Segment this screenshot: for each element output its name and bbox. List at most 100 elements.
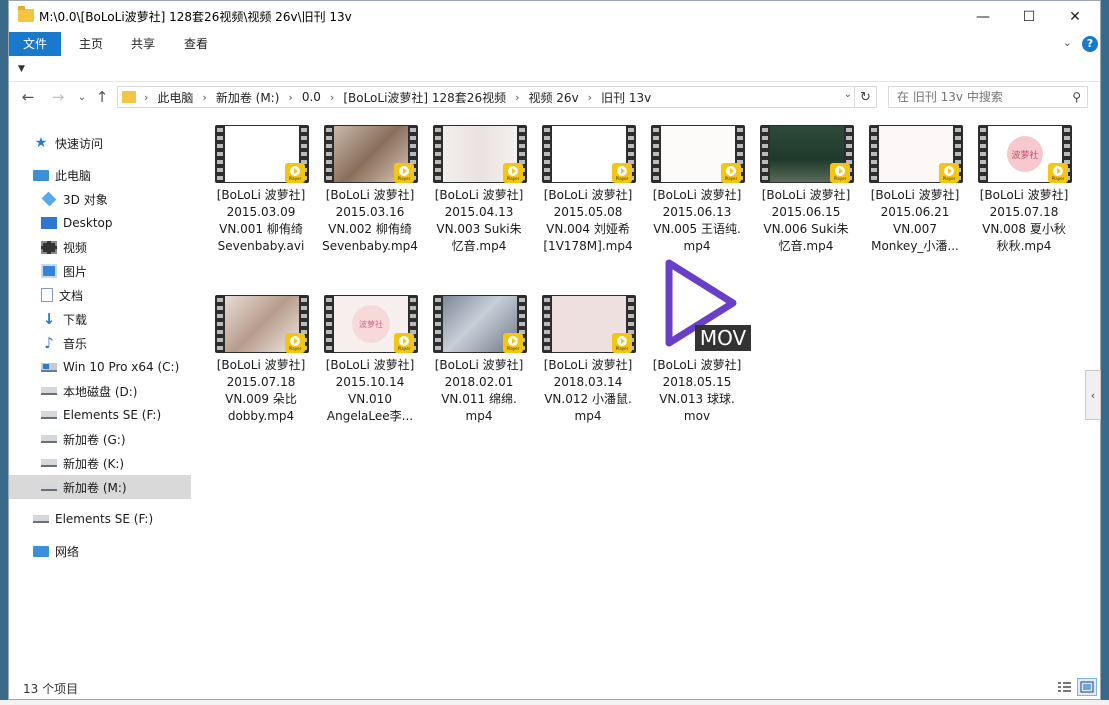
nav-item-pictures[interactable]: 图片 bbox=[9, 259, 191, 283]
file-item[interactable]: MOV [BoLoLi 波萝社] 2018.05.15 VN.013 球球. mov bbox=[647, 259, 751, 445]
breadcrumb-separator-icon[interactable]: › bbox=[588, 91, 592, 104]
breadcrumb-folder-bololi[interactable]: [BoLoLi波萝社] 128套26视频 bbox=[343, 89, 506, 106]
nav-item-elements-se[interactable]: Elements SE (F:) bbox=[9, 507, 191, 531]
player-badge-icon: Player bbox=[503, 163, 523, 183]
title-bar: M:\0.0\[BoLoLi波萝社] 128套26视频\视频 26v\旧刊 13… bbox=[9, 1, 1100, 32]
nav-item-network[interactable]: 网络 bbox=[9, 539, 191, 563]
breadcrumb-separator-icon[interactable]: › bbox=[330, 91, 334, 104]
drive-icon bbox=[41, 411, 57, 419]
desktop-icon bbox=[41, 217, 57, 229]
file-item[interactable]: Player [BoLoLi 波萝社] 2015.03.09 VN.001 柳侑绮 S… bbox=[211, 115, 311, 275]
nav-item-drive-k[interactable]: 新加卷 (K:) bbox=[9, 451, 191, 475]
forward-arrow-icon[interactable]: → bbox=[47, 86, 69, 108]
file-item[interactable]: Player [BoLoLi 波萝社] 2015.07.18 VN.009 朵比 do… bbox=[211, 285, 311, 445]
customize-toolbar-arrow-icon[interactable]: ▼ bbox=[18, 64, 25, 74]
nav-item-downloads[interactable]: ↓ 下载 bbox=[9, 307, 191, 331]
breadcrumb-folder-current[interactable]: 旧刊 13v bbox=[601, 89, 651, 106]
help-icon[interactable]: ? bbox=[1082, 36, 1098, 52]
breadcrumb-folder-video[interactable]: 视频 26v bbox=[528, 89, 578, 106]
file-item[interactable]: Player [BoLoLi 波萝社] 2015.06.15 VN.006 Suki… bbox=[756, 115, 856, 275]
breadcrumb-this-pc[interactable]: 此电脑 bbox=[157, 89, 193, 106]
item-count: 13 个项目 bbox=[23, 682, 79, 696]
music-icon: ♪ bbox=[44, 334, 54, 352]
file-item[interactable]: 波萝社 Player [BoLoLi 波萝社] 2015.07.18 VN.008 … bbox=[974, 115, 1074, 275]
drive-icon bbox=[41, 459, 57, 467]
file-item[interactable]: 波萝社 Player [BoLoLi 波萝社] 2015.10.14 VN.010 A… bbox=[320, 285, 420, 445]
breadcrumb-drive-m[interactable]: 新加卷 (M:) bbox=[216, 89, 280, 106]
recent-locations-chevron-icon[interactable]: ⌄ bbox=[71, 86, 93, 108]
nav-item-documents[interactable]: 文档 bbox=[9, 283, 191, 307]
nav-item-desktop[interactable]: Desktop bbox=[9, 211, 191, 235]
address-bar[interactable]: › 此电脑 › 新加卷 (M:) › 0.0 › [BoLoLi波萝社] 128… bbox=[117, 86, 877, 108]
nav-item-label: 3D 对象 bbox=[63, 192, 108, 207]
background-window-strip bbox=[0, 700, 1109, 705]
file-item[interactable]: Player [BoLoLi 波萝社] 2015.05.08 VN.004 刘娅希[… bbox=[538, 115, 638, 275]
large-icons-view-icon[interactable] bbox=[1077, 678, 1097, 696]
drive-icon bbox=[41, 483, 57, 491]
player-badge-icon: Player bbox=[394, 333, 414, 353]
nav-item-quick-access[interactable]: ★ 快速访问 bbox=[9, 131, 191, 155]
nav-item-label: 新加卷 (G:) bbox=[63, 432, 126, 447]
breadcrumb-folder-0-0[interactable]: 0.0 bbox=[302, 90, 321, 104]
tab-share[interactable]: 共享 bbox=[117, 32, 169, 56]
pane-collapse-chevron-icon[interactable]: ‹ bbox=[1085, 370, 1101, 420]
download-icon: ↓ bbox=[42, 310, 56, 328]
nav-item-music[interactable]: ♪ 音乐 bbox=[9, 331, 191, 355]
breadcrumb-separator-icon[interactable]: › bbox=[202, 91, 206, 104]
windows-drive-icon bbox=[41, 362, 57, 372]
search-icon[interactable]: ⚲ bbox=[1072, 90, 1081, 104]
tab-file[interactable]: 文件 bbox=[9, 32, 62, 56]
network-icon bbox=[33, 545, 49, 557]
address-row: ← → ⌄ ↑ › 此电脑 › 新加卷 (M:) › 0.0 › [BoLoLi… bbox=[9, 82, 1100, 112]
back-arrow-icon[interactable]: ← bbox=[17, 86, 39, 108]
nav-item-label: Win 10 Pro x64 (C:) bbox=[63, 360, 180, 374]
nav-item-this-pc[interactable]: 此电脑 bbox=[9, 163, 191, 187]
ribbon-expand-chevron-icon[interactable]: ⌄ bbox=[1063, 36, 1072, 49]
search-input[interactable] bbox=[889, 87, 1059, 107]
tab-view[interactable]: 查看 bbox=[170, 32, 222, 56]
star-icon: ★ bbox=[34, 135, 48, 151]
player-badge-icon: Player bbox=[1048, 163, 1068, 183]
file-name: [BoLoLi 波萝社] 2018.05.15 VN.013 球球. mov bbox=[652, 358, 742, 423]
tab-home[interactable]: 主页 bbox=[65, 32, 117, 56]
nav-item-label: 文档 bbox=[59, 288, 84, 303]
file-item[interactable]: Player [BoLoLi 波萝社] 2015.04.13 VN.003 Suki… bbox=[429, 115, 529, 275]
player-badge-icon: Player bbox=[285, 163, 305, 183]
refresh-icon[interactable]: ↻ bbox=[854, 87, 876, 107]
details-view-icon[interactable] bbox=[1054, 678, 1074, 696]
file-name: [BoLoLi 波萝社] 2015.04.13 VN.003 Suki朱 忆音.mp4 bbox=[434, 188, 524, 253]
minimize-button[interactable]: — bbox=[960, 1, 1006, 32]
nav-item-drive-m[interactable]: 新加卷 (M:) bbox=[9, 475, 191, 499]
close-button[interactable]: ✕ bbox=[1052, 1, 1098, 32]
breadcrumb-separator-icon[interactable]: › bbox=[288, 91, 292, 104]
maximize-button[interactable]: ☐ bbox=[1006, 1, 1052, 32]
file-item[interactable]: Player [BoLoLi 波萝社] 2018.02.01 VN.011 绵绵. m… bbox=[429, 285, 529, 445]
nav-item-drive-g[interactable]: 新加卷 (G:) bbox=[9, 427, 191, 451]
documents-icon bbox=[41, 288, 53, 302]
bololi-logo: 波萝社 bbox=[1007, 136, 1043, 172]
breadcrumb-separator-icon[interactable]: › bbox=[144, 91, 148, 104]
address-dropdown-chevron-icon[interactable]: ⌄ bbox=[844, 89, 852, 100]
breadcrumb-separator-icon[interactable]: › bbox=[515, 91, 519, 104]
file-item[interactable]: Player [BoLoLi 波萝社] 2015.03.16 VN.002 柳侑绮 S… bbox=[320, 115, 420, 275]
nav-item-label: Elements SE (F:) bbox=[55, 512, 154, 526]
address-folder-icon bbox=[122, 91, 136, 103]
nav-item-drive-f[interactable]: Elements SE (F:) bbox=[9, 403, 191, 427]
nav-item-label: 图片 bbox=[63, 264, 88, 279]
file-item[interactable]: Player [BoLoLi 波萝社] 2015.06.13 VN.005 王语纯.… bbox=[647, 115, 747, 275]
nav-item-3d-objects[interactable]: 3D 对象 bbox=[9, 187, 191, 211]
video-folder-icon bbox=[41, 240, 57, 254]
nav-item-drive-d[interactable]: 本地磁盘 (D:) bbox=[9, 379, 191, 403]
nav-item-drive-c[interactable]: Win 10 Pro x64 (C:) bbox=[9, 355, 191, 379]
player-badge-icon: Player bbox=[394, 163, 414, 183]
search-box[interactable]: ⚲ bbox=[888, 86, 1088, 108]
file-name: [BoLoLi 波萝社] 2015.06.21 VN.007 Monkey_小潘... bbox=[870, 188, 960, 253]
nav-item-label: 本地磁盘 (D:) bbox=[63, 384, 138, 399]
up-arrow-icon[interactable]: ↑ bbox=[91, 86, 113, 108]
nav-item-videos[interactable]: 视频 bbox=[9, 235, 191, 259]
pictures-icon bbox=[41, 264, 57, 278]
computer-icon bbox=[33, 169, 49, 181]
file-item[interactable]: Player [BoLoLi 波萝社] 2018.03.14 VN.012 小潘鼠.… bbox=[538, 285, 638, 445]
nav-item-label: 新加卷 (M:) bbox=[63, 480, 127, 495]
file-item[interactable]: Player [BoLoLi 波萝社] 2015.06.21 VN.007 Monke… bbox=[865, 115, 965, 275]
